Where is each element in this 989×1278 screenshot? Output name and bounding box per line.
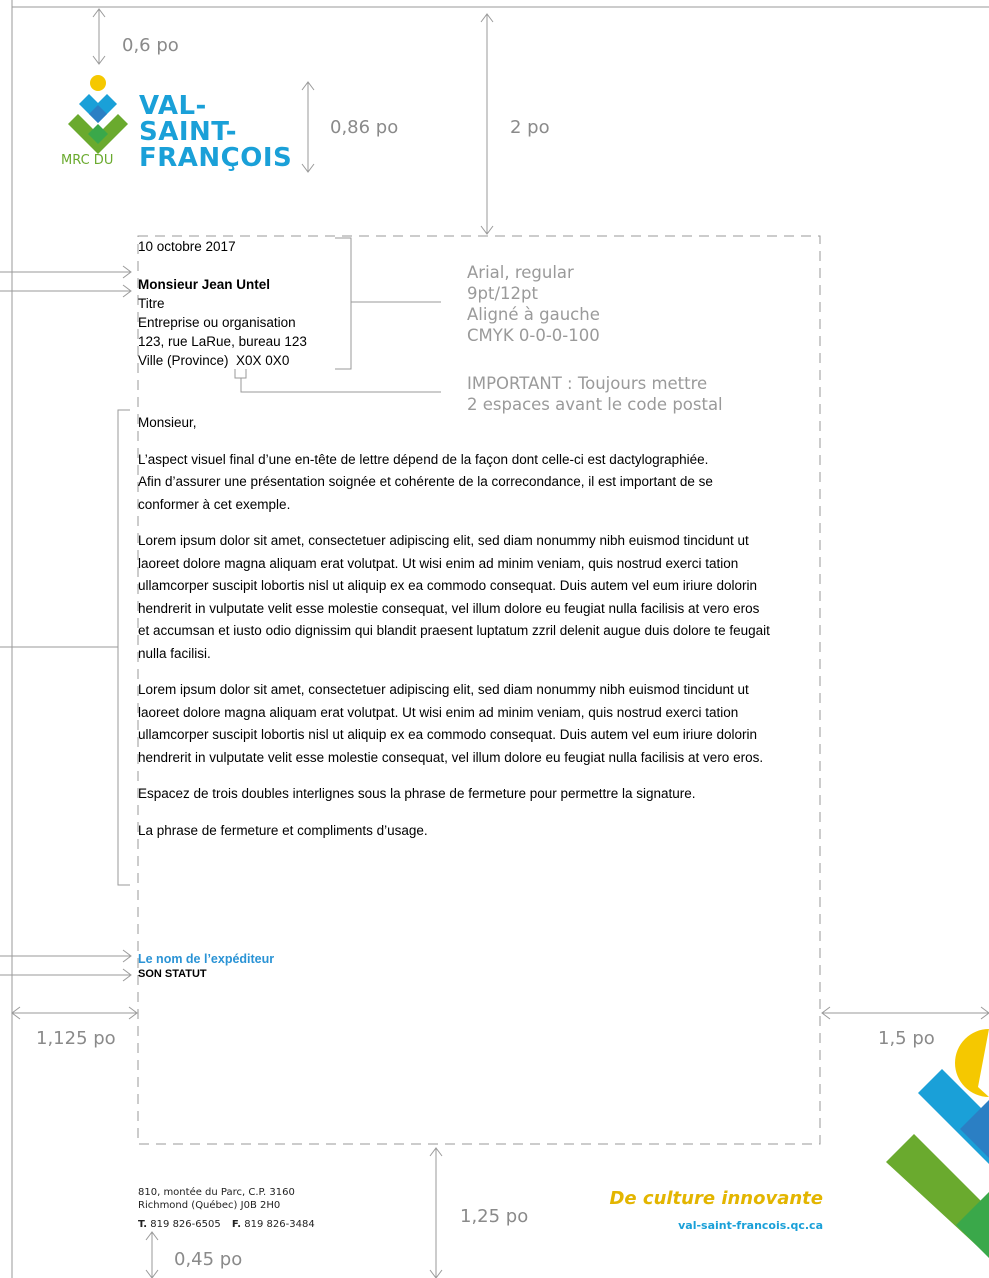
fax-label: F. [231, 1219, 242, 1230]
paragraph-3-line: ullamcorper suscipit lobortis nisl ut al… [138, 727, 758, 742]
letter-date: 10 octobre 2017 [138, 239, 236, 254]
important-line-1: IMPORTANT : Toujours mettre [467, 374, 708, 393]
recipient-name: Monsieur Jean Untel [138, 277, 271, 292]
paragraph-3-line: hendrerit in vulputate velit esse molest… [138, 749, 764, 765]
recipient-company: Entreprise ou organisation [138, 315, 296, 330]
tel-label: T. [138, 1219, 148, 1230]
dim-top-margin: 0,6 po [122, 35, 179, 56]
dim-logo-height: 0,86 po [330, 117, 399, 138]
sender-status: SON STATUT [138, 968, 207, 980]
dim-footer-offset: 0,45 po [174, 1249, 243, 1270]
paragraph-2-line: ullamcorper suscipit lobortis nisl ut al… [138, 578, 758, 593]
paragraph-3-line: laoreet dolore magna aliquam erat volutp… [138, 704, 739, 720]
paragraph-1-line: conformer à cet exemple. [138, 496, 291, 512]
footer-address-line-2: Richmond (Québec) J0B 2H0 [138, 1200, 281, 1211]
logo-line-3: FRANÇOIS [139, 143, 293, 173]
spec-color: CMYK 0-0-0-100 [467, 326, 600, 345]
spec-align: Aligné à gauche [467, 305, 600, 324]
footer-address: 810, montée du Parc, C.P. 3160 Richmond … [138, 1186, 315, 1231]
sender-name: Le nom de l’expéditeur [138, 952, 275, 966]
closing-phrase: La phrase de fermeture et compliments d’… [138, 822, 428, 838]
typography-spec-note: Arial, regular 9pt/12pt Aligné à gauche … [467, 262, 600, 346]
paragraph-3-line: Lorem ipsum dolor sit amet, consectetuer… [138, 682, 749, 697]
dim-bottom-margin: 1,25 po [460, 1206, 529, 1227]
spec-font: Arial, regular [467, 263, 574, 282]
logo-wordmark: VAL- SAINT- FRANÇOIS [139, 93, 292, 171]
letter-body: Monsieur, L’aspect visuel final d’une en… [138, 412, 828, 842]
logo-line-1: VAL- [139, 91, 207, 121]
sender-block: Le nom de l’expéditeur SON STATUT [138, 951, 274, 982]
corner-logo-mark-icon [886, 1029, 989, 1258]
footer-phones: T. 819 826-6505 F. 819 826-3484 [138, 1218, 315, 1231]
paragraph-1-line: Afin d’assurer une présentation soignée … [138, 474, 713, 489]
footer-website-link[interactable]: val-saint-francois.qc.ca [678, 1219, 823, 1232]
logo-prefix: MRC DU [61, 153, 114, 168]
paragraph-2-line: Lorem ipsum dolor sit amet, consectetuer… [138, 533, 749, 548]
paragraph-1-line: L’aspect visuel final d’une en-tête de l… [138, 451, 709, 467]
dim-left-margin: 1,125 po [36, 1028, 116, 1049]
paragraph-2-line: nulla facilisi. [138, 645, 211, 661]
dim-header-height: 2 po [510, 117, 550, 138]
recipient-address: 123, rue LaRue, bureau 123 [138, 334, 307, 349]
paragraph-4: Espacez de trois doubles interlignes sou… [138, 786, 696, 801]
paragraph-2-line: et accumsan et iusto odio dignissim qui … [138, 623, 770, 638]
salutation: Monsieur, [138, 415, 197, 430]
important-note: IMPORTANT : Toujours mettre 2 espaces av… [467, 373, 723, 415]
tel-number: 819 826-6505 [150, 1219, 221, 1230]
footer-tagline: De culture innovante [609, 1188, 823, 1209]
footer-address-line-1: 810, montée du Parc, C.P. 3160 [138, 1187, 295, 1198]
paragraph-2-line: laoreet dolore magna aliquam erat volutp… [138, 555, 739, 571]
letter-header-block: 10 octobre 2017 Monsieur Jean Untel Titr… [138, 237, 307, 370]
recipient-city-postal: Ville (Province) X0X 0X0 [138, 353, 290, 368]
spec-size: 9pt/12pt [467, 284, 538, 303]
logo-mark-icon [68, 75, 128, 154]
recipient-title: Titre [138, 296, 165, 311]
paragraph-2-line: hendrerit in vulputate velit esse molest… [138, 600, 760, 616]
fax-number: 819 826-3484 [244, 1219, 315, 1230]
logo-line-2: SAINT- [139, 117, 237, 147]
